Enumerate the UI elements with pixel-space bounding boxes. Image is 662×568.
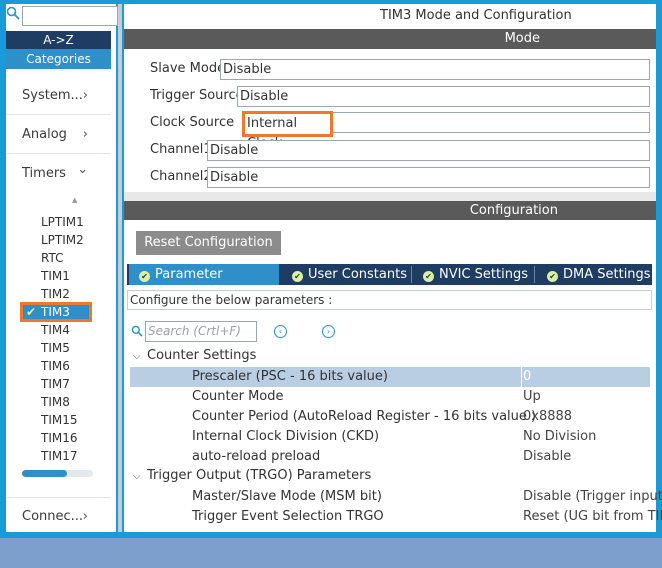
category-label: System...: [22, 88, 83, 103]
tab-dma-settings[interactable]: ✔ DMA Settings: [547, 264, 651, 285]
channel1-select[interactable]: Disable: [207, 140, 650, 161]
chevron-down-icon: ⌄: [77, 162, 88, 177]
param-row-auto-reload[interactable]: auto-reload preload Disable: [130, 447, 650, 467]
panel-splitter[interactable]: [118, 4, 122, 532]
category-system[interactable]: System... ›: [22, 86, 112, 106]
slave-mode-select[interactable]: Disable: [220, 59, 650, 80]
channel1-label: Channel1: [150, 142, 212, 157]
timer-item-rtc[interactable]: RTC: [41, 249, 111, 267]
check-icon: ✔: [292, 271, 303, 282]
scroll-up-icon[interactable]: ▲: [72, 197, 77, 204]
param-value[interactable]: 0x8888: [523, 407, 572, 427]
tab-user-constants[interactable]: ✔ User Constants: [292, 264, 407, 285]
timer-item-tim16[interactable]: TIM16: [41, 429, 111, 447]
reset-configuration-button[interactable]: Reset Configuration: [136, 231, 281, 255]
param-value[interactable]: Disable: [523, 447, 571, 467]
category-connectivity[interactable]: Connec... ›: [22, 507, 112, 527]
check-icon: ✔: [547, 271, 558, 282]
timer-item-tim3[interactable]: ✔ TIM3: [20, 302, 92, 322]
group-label: Counter Settings: [147, 348, 257, 363]
tab-divider: [411, 266, 412, 283]
mode-header: Mode: [124, 29, 656, 49]
param-row-master-slave-mode[interactable]: Master/Slave Mode (MSM bit) Disable (Tri…: [130, 487, 662, 507]
next-match-icon[interactable]: ›: [322, 325, 335, 338]
param-name: Trigger Event Selection TRGO: [192, 509, 384, 524]
category-label: Timers: [22, 166, 66, 181]
channel2-label: Channel2: [150, 169, 212, 184]
group-counter-settings[interactable]: ⌵ Counter Settings: [133, 347, 256, 366]
timer-item-tim2[interactable]: TIM2: [41, 285, 111, 303]
param-name: Master/Slave Mode (MSM bit): [192, 489, 382, 504]
check-icon: ✔: [423, 271, 434, 282]
param-name: Counter Period (AutoReload Register - 16…: [192, 409, 537, 424]
tab-label: User Constants: [308, 267, 407, 282]
param-row-counter-period[interactable]: Counter Period (AutoReload Register - 16…: [130, 407, 650, 427]
group-label: Trigger Output (TRGO) Parameters: [147, 468, 372, 483]
check-icon: ✔: [139, 271, 150, 282]
trigger-source-label: Trigger Source: [150, 88, 244, 103]
timer-item-tim15[interactable]: TIM15: [41, 411, 111, 429]
param-name: auto-reload preload: [192, 449, 321, 464]
param-name: Counter Mode: [192, 389, 284, 404]
param-row-clock-division[interactable]: Internal Clock Division (CKD) No Divisio…: [130, 427, 650, 447]
clock-source-label: Clock Source: [150, 115, 235, 130]
divider: [6, 114, 111, 115]
timer-item-tim4[interactable]: TIM4: [41, 321, 111, 339]
check-icon: ✔: [26, 305, 37, 319]
chevron-down-icon: ⌵: [133, 471, 141, 482]
config-description: Configure the below parameters :: [127, 290, 652, 310]
tab-divider: [534, 266, 535, 283]
param-row-prescaler[interactable]: Prescaler (PSC - 16 bits value) 0: [130, 367, 650, 387]
channel2-select[interactable]: Disable: [207, 167, 650, 188]
category-analog[interactable]: Analog ›: [22, 125, 112, 145]
timer-item-tim5[interactable]: TIM5: [41, 339, 111, 357]
timer-item-tim17[interactable]: TIM17: [41, 447, 111, 465]
tab-label: DMA Settings: [563, 267, 651, 282]
clock-source-select-body[interactable]: [333, 112, 650, 133]
chevron-right-icon: ›: [82, 127, 88, 142]
timer-item-tim6[interactable]: TIM6: [41, 357, 111, 375]
category-label: Analog: [22, 127, 67, 142]
scrollbar-thumb[interactable]: [22, 470, 67, 477]
search-icon: [131, 325, 143, 337]
param-name: Internal Clock Division (CKD): [192, 429, 380, 444]
timer-item-tim7[interactable]: TIM7: [41, 375, 111, 393]
param-value[interactable]: Disable (Trigger input: [523, 487, 662, 507]
param-row-trigger-event-selection[interactable]: Trigger Event Selection TRGO Reset (UG b…: [130, 507, 662, 527]
divider: [6, 153, 111, 154]
page-title: TIM3 Mode and Configuration: [380, 8, 572, 23]
configuration-header: Configuration: [124, 201, 656, 220]
tab-nvic-settings[interactable]: ✔ NVIC Settings: [423, 264, 528, 285]
tab-label: NVIC Settings: [439, 267, 528, 282]
param-value[interactable]: Up: [523, 387, 541, 407]
categories-button[interactable]: Categories: [6, 49, 111, 69]
param-value-input[interactable]: 0: [521, 367, 531, 387]
param-row-counter-mode[interactable]: Counter Mode Up: [130, 387, 650, 407]
divider: [6, 497, 111, 498]
tab-parameter-settings[interactable]: ✔Parameter Settings: [129, 264, 279, 303]
sort-az-button[interactable]: A->Z: [6, 31, 111, 49]
chevron-down-icon: ⌵: [133, 351, 141, 362]
category-label: Connec...: [22, 509, 84, 524]
clock-source-select[interactable]: Internal Clock: [242, 111, 333, 151]
slave-mode-label: Slave Mode: [150, 61, 226, 76]
chevron-right-icon: ›: [82, 509, 88, 524]
previous-match-icon[interactable]: ‹: [274, 325, 287, 338]
param-value[interactable]: No Division: [523, 427, 596, 447]
category-timers[interactable]: Timers ⌄: [22, 162, 112, 184]
search-icon[interactable]: [6, 6, 20, 20]
group-trgo-parameters[interactable]: ⌵ Trigger Output (TRGO) Parameters: [133, 467, 371, 486]
parameter-search-input[interactable]: Search (Crtl+F): [145, 321, 257, 342]
param-name: Prescaler (PSC - 16 bits value): [192, 369, 388, 384]
param-value[interactable]: Reset (UG bit from TIM: [523, 507, 662, 527]
timer-item-lptim2[interactable]: LPTIM2: [41, 231, 111, 249]
timer-item-label: TIM3: [41, 305, 70, 319]
trigger-source-select[interactable]: Disable: [237, 86, 650, 107]
timer-item-lptim1[interactable]: LPTIM1: [41, 213, 111, 231]
chevron-right-icon: ›: [82, 88, 88, 103]
section-gap: [124, 192, 656, 201]
timer-item-tim1[interactable]: TIM1: [41, 267, 111, 285]
category-search-input[interactable]: [22, 6, 118, 26]
timer-item-tim8[interactable]: TIM8: [41, 393, 111, 411]
